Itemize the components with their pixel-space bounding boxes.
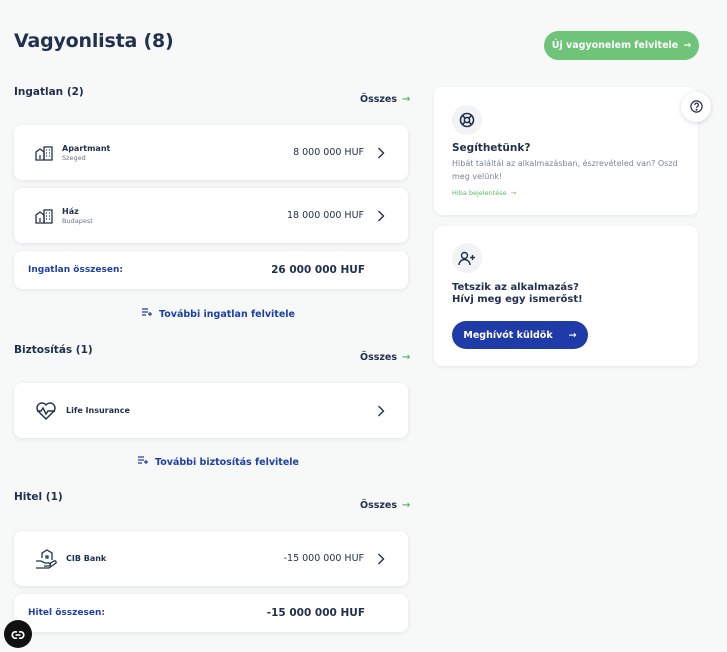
section-title-insurance: Biztosítás (1) bbox=[14, 344, 93, 356]
all-link-label: Összes bbox=[360, 500, 398, 511]
building-icon bbox=[34, 143, 54, 163]
chevron-right-icon bbox=[374, 146, 388, 160]
total-label: Ingatlan összesen: bbox=[28, 265, 123, 275]
lifebuoy-icon bbox=[452, 105, 482, 135]
send-invite-button[interactable]: Meghívót küldök → bbox=[452, 321, 588, 349]
asset-card-life-insurance[interactable]: Life Insurance bbox=[14, 383, 408, 438]
asset-card-cib-bank[interactable]: CIB Bank -15 000 000 HUF bbox=[14, 531, 408, 586]
help-card-text: Hibát találtál az alkalmazásban, észrevé… bbox=[452, 159, 678, 181]
invite-card-title-line2: Hívj meg egy ismerőst! bbox=[452, 294, 583, 305]
real-estate-total-card: Ingatlan összesen: 26 000 000 HUF bbox=[14, 251, 408, 289]
send-invite-button-label: Meghívót küldök bbox=[463, 329, 553, 341]
add-insurance-link[interactable]: További biztosítás felvitele bbox=[138, 456, 299, 468]
cookie-settings-button[interactable] bbox=[4, 620, 32, 648]
hand-house-icon bbox=[34, 548, 58, 569]
report-bug-link[interactable]: Hiba bejelentése → bbox=[452, 189, 516, 197]
chevron-right-icon bbox=[374, 404, 388, 418]
all-link-label: Összes bbox=[360, 352, 398, 363]
total-label: Hitel összesen: bbox=[28, 608, 105, 618]
insurance-all-link[interactable]: Összes → bbox=[360, 352, 410, 363]
chevron-right-icon bbox=[374, 209, 388, 223]
invite-card-title-line1: Tetszik az alkalmazás? bbox=[452, 282, 579, 293]
add-link-label: További biztosítás felvitele bbox=[155, 456, 299, 468]
arrow-right-icon: → bbox=[402, 352, 411, 363]
question-mark-icon bbox=[689, 98, 703, 117]
help-card: Segíthetünk? Hibát találtál az alkalmazá… bbox=[434, 87, 698, 215]
asset-location: Szeged bbox=[62, 153, 86, 162]
real-estate-all-link[interactable]: Összes → bbox=[360, 94, 410, 105]
add-list-icon bbox=[142, 308, 153, 320]
total-value: -15 000 000 HUF bbox=[266, 607, 365, 619]
asset-card-apartment[interactable]: Apartmant Szeged 8 000 000 HUF bbox=[14, 125, 408, 180]
arrow-right-icon: → bbox=[402, 500, 411, 511]
report-link-label: Hiba bejelentése bbox=[452, 189, 507, 197]
asset-value: -15 000 000 HUF bbox=[283, 553, 364, 564]
chevron-right-icon bbox=[374, 552, 388, 566]
asset-name: CIB Bank bbox=[66, 554, 107, 563]
new-asset-button-label: Új vagyonelem felvitele bbox=[551, 40, 679, 51]
heartbeat-icon bbox=[34, 401, 58, 421]
add-real-estate-link[interactable]: További ingatlan felvitele bbox=[142, 308, 295, 320]
help-card-title: Segíthetünk? bbox=[452, 142, 531, 154]
building-icon bbox=[34, 206, 54, 226]
arrow-right-icon: → bbox=[510, 189, 517, 197]
section-title-real-estate: Ingatlan (2) bbox=[14, 86, 84, 98]
asset-name: Life Insurance bbox=[66, 406, 130, 415]
arrow-right-icon: → bbox=[402, 94, 411, 105]
asset-value: 18 000 000 HUF bbox=[287, 210, 364, 221]
asset-value: 8 000 000 HUF bbox=[293, 147, 364, 158]
invite-card: Tetszik az alkalmazás? Hívj meg egy isme… bbox=[434, 226, 698, 366]
cookie-icon bbox=[10, 625, 26, 644]
page-title: Vagyonlista (8) bbox=[14, 30, 174, 52]
new-asset-button[interactable]: Új vagyonelem felvitele → bbox=[544, 31, 699, 60]
all-link-label: Összes bbox=[360, 94, 398, 105]
add-link-label: További ingatlan felvitele bbox=[159, 308, 295, 320]
add-user-icon bbox=[452, 243, 482, 273]
asset-name: Apartmant bbox=[62, 143, 111, 153]
total-value: 26 000 000 HUF bbox=[271, 264, 365, 276]
asset-name: Ház bbox=[62, 206, 79, 216]
asset-card-house[interactable]: Ház Budapest 18 000 000 HUF bbox=[14, 188, 408, 243]
section-title-loan: Hitel (1) bbox=[14, 491, 63, 503]
help-question-button[interactable] bbox=[681, 92, 711, 122]
loan-all-link[interactable]: Összes → bbox=[360, 500, 410, 511]
arrow-right-icon: → bbox=[568, 329, 577, 341]
loan-total-card: Hitel összesen: -15 000 000 HUF bbox=[14, 594, 408, 632]
arrow-right-icon: → bbox=[683, 40, 692, 51]
asset-location: Budapest bbox=[62, 216, 93, 225]
add-list-icon bbox=[138, 456, 149, 468]
